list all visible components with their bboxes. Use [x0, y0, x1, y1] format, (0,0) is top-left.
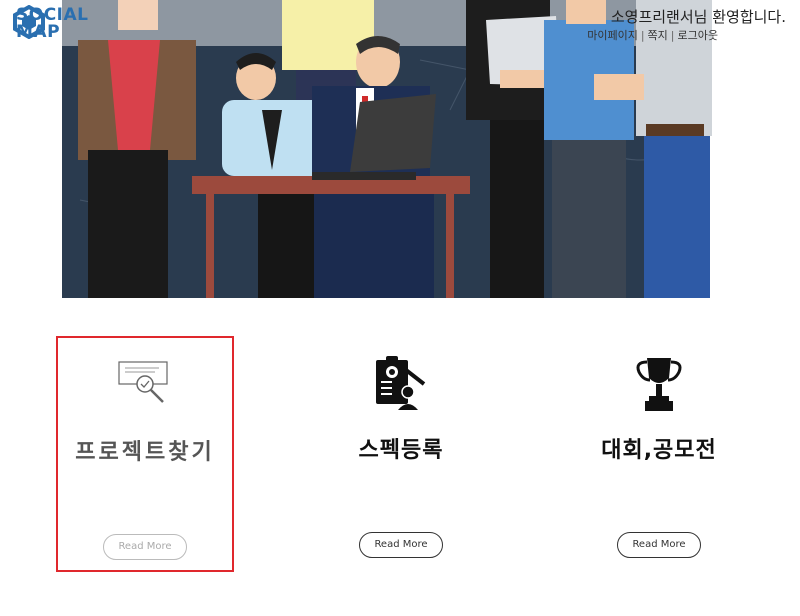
logo[interactable]: SOCIAL MAP: [12, 5, 152, 43]
logo-icon: [13, 5, 45, 39]
feature-find-project[interactable]: 프로젝트찾기 Read More: [56, 336, 234, 572]
top-bar: SOCIAL MAP 소영프리랜서님 환영합니다. 마이페이지 | 쪽지 | 로그아웃: [0, 0, 800, 46]
trophy-icon: [636, 358, 682, 411]
feature-title: 대회,공모전: [601, 438, 717, 463]
feature-title: 프로젝트찾기: [75, 440, 215, 465]
menu-separator: |: [640, 29, 645, 42]
read-more-button[interactable]: Read More: [359, 532, 443, 558]
search-document-icon: [118, 361, 168, 403]
feature-register-spec[interactable]: 스펙등록 Read More: [312, 336, 490, 572]
welcome-message: 소영프리랜서님 환영합니다.: [610, 8, 786, 26]
mypage-link[interactable]: 마이페이지: [587, 29, 638, 42]
feature-competition[interactable]: 대회,공모전 Read More: [570, 336, 748, 572]
read-more-button[interactable]: Read More: [103, 534, 187, 560]
menu-separator: |: [670, 29, 675, 42]
user-menu: 마이페이지 | 쪽지 | 로그아웃: [587, 27, 718, 43]
spec-document-icon: [376, 356, 426, 410]
read-more-button[interactable]: Read More: [617, 532, 701, 558]
logout-link[interactable]: 로그아웃: [678, 29, 718, 42]
hero-banner: SOCIAL MAP 소영프리랜서님 환영합니다. 마이페이지 | 쪽지 | 로그아웃: [0, 0, 800, 298]
messages-link[interactable]: 쪽지: [648, 29, 668, 42]
feature-title: 스펙등록: [358, 438, 444, 463]
